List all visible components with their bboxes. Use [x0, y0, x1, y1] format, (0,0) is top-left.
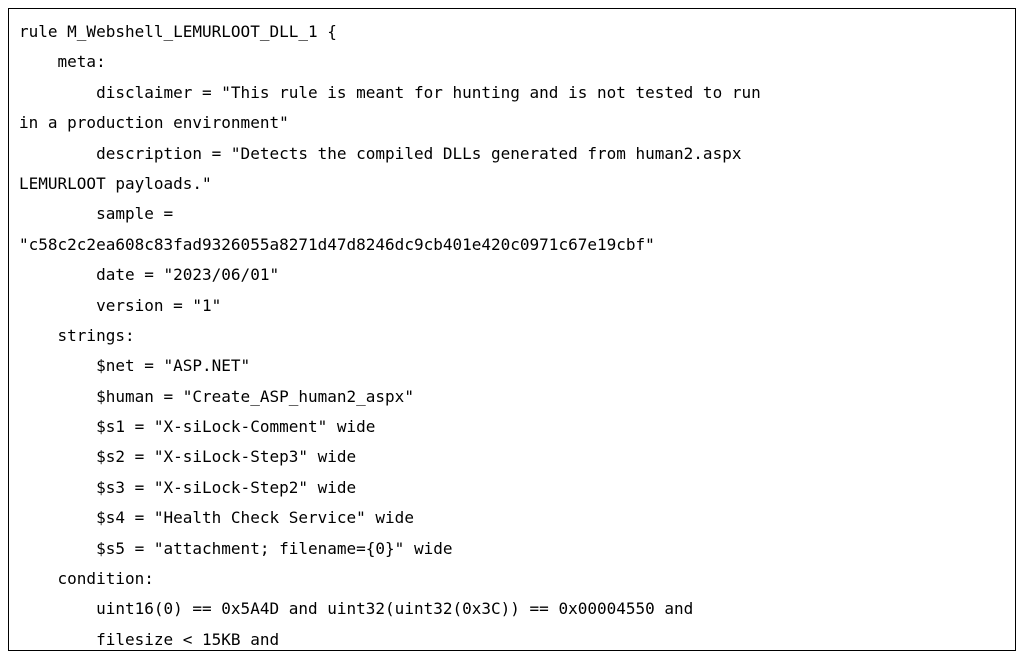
yara-rule-code-block: rule M_Webshell_LEMURLOOT_DLL_1 { meta: … — [8, 8, 1016, 651]
yara-rule-code: rule M_Webshell_LEMURLOOT_DLL_1 { meta: … — [19, 22, 761, 651]
